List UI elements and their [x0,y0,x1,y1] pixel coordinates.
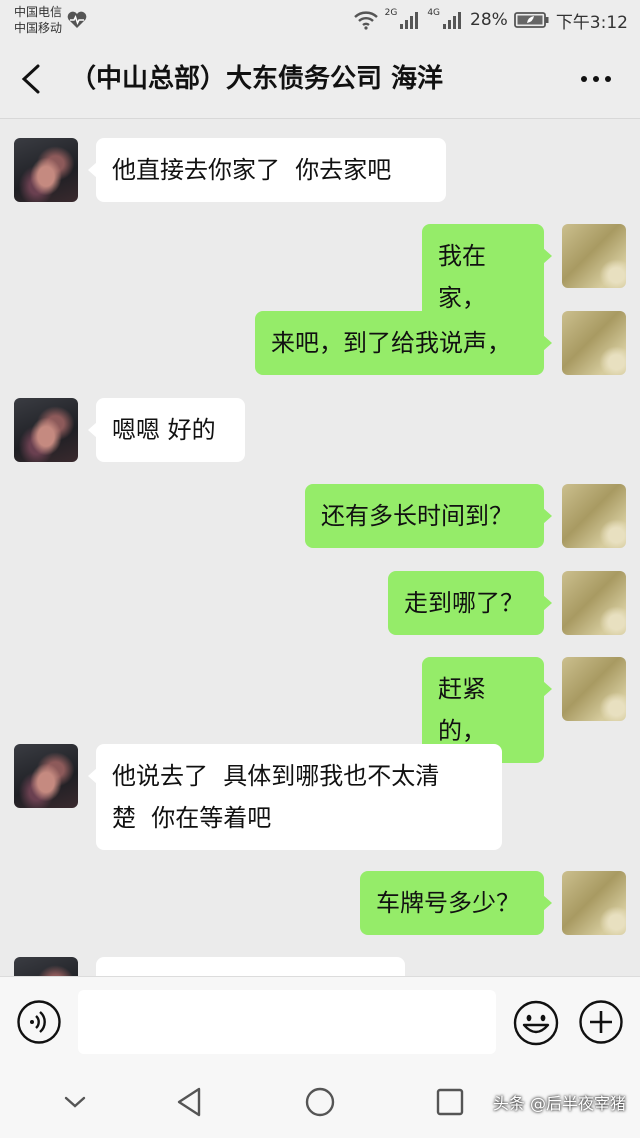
watermark: 头条 @后半夜宰猪 [492,1094,626,1113]
status-icons: 2G 4G 28% 下午3:12 [353,6,628,34]
signal-icon [400,12,419,29]
message-incoming: 他直接去你家了 你去家吧 [0,138,640,208]
back-triangle-icon[interactable] [172,1084,208,1120]
user-avatar[interactable] [562,871,626,935]
status-bar: 中国电信 中国移动 2G 4G 28% 下午3:12 [0,0,640,40]
user-avatar[interactable] [562,484,626,548]
more-options-icon[interactable] [578,64,614,94]
carrier-1: 中国电信 [14,5,63,19]
message-incoming: 他说去了 具体到哪我也不太清 楚 你在等着吧 [0,744,640,854]
input-bar [0,976,640,1067]
chat-title: （中山总部）大东债务公司 海洋 [70,64,444,94]
message-outgoing: 还有多长时间到？ [0,484,640,554]
home-circle-icon[interactable] [302,1084,338,1120]
system-nav-bar: 头条 @后半夜宰猪 [0,1066,640,1138]
message-outgoing: 走到哪了？ [0,571,640,641]
message-bubble[interactable] [96,957,405,976]
message-outgoing: 赶紧的， [0,657,640,763]
message-bubble[interactable]: 来吧，到了给我说声， [255,311,552,375]
emoji-icon[interactable] [512,999,560,1047]
contact-avatar[interactable] [14,957,78,976]
message-bubble[interactable]: 嗯嗯 好的 [88,398,245,462]
message-list: 他直接去你家了 你去家吧 我在家， 来吧，到了给我说声， 嗯嗯 好的 还有多长时… [0,119,640,976]
message-outgoing: 车牌号多少？ [0,871,640,941]
chevron-down-icon[interactable] [57,1084,93,1120]
network-2g-label: 2G [384,8,398,18]
plus-icon[interactable] [578,999,624,1045]
contact-avatar[interactable] [14,138,78,202]
clock: 下午3:12 [555,12,628,33]
chat-header: （中山总部）大东债务公司 海洋 [0,40,640,119]
user-avatar[interactable] [562,571,626,635]
message-input[interactable] [78,990,496,1054]
contact-avatar[interactable] [14,744,78,808]
contact-avatar[interactable] [14,398,78,462]
user-avatar[interactable] [562,224,626,288]
message-bubble[interactable]: 还有多长时间到？ [305,484,552,548]
message-bubble[interactable]: 他直接去你家了 你去家吧 [88,138,446,202]
message-incoming [0,957,640,976]
message-outgoing: 我在家， [0,224,640,330]
recents-square-icon[interactable] [432,1084,468,1120]
user-avatar[interactable] [562,657,626,721]
user-avatar[interactable] [562,311,626,375]
carrier-labels: 中国电信 中国移动 [14,4,62,36]
message-bubble[interactable]: 车牌号多少？ [360,871,552,935]
message-outgoing: 来吧，到了给我说声， [0,311,640,381]
message-bubble[interactable]: 他说去了 具体到哪我也不太清 楚 你在等着吧 [88,744,502,850]
back-arrow-icon[interactable] [14,60,50,98]
heart-rate-icon [67,11,87,28]
message-incoming: 嗯嗯 好的 [0,398,640,468]
carrier-2: 中国移动 [14,21,63,35]
battery-icon [513,12,549,28]
network-4g-label: 4G [427,8,441,18]
signal-icon-2 [443,12,462,29]
wifi-icon [353,11,378,30]
battery-percent: 28% [470,10,508,30]
voice-icon[interactable] [16,999,62,1045]
message-bubble[interactable]: 走到哪了？ [388,571,552,635]
